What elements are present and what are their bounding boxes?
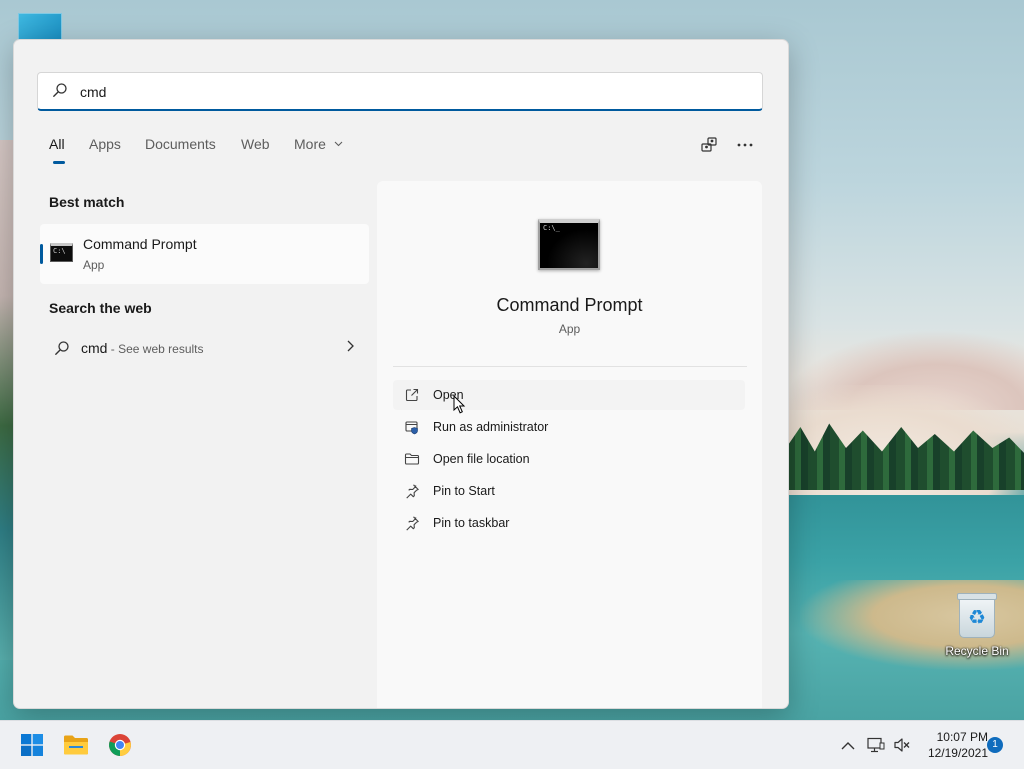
chrome-button[interactable] <box>100 729 140 761</box>
file-explorer-icon <box>64 735 88 755</box>
recycle-bin-icon: ♻ <box>957 593 997 638</box>
start-icon <box>21 734 43 756</box>
run-as-admin-action[interactable]: Run as administrator <box>393 412 745 442</box>
details-type: App <box>558 322 581 336</box>
switch-account-button[interactable] <box>694 131 724 159</box>
divider <box>393 366 747 367</box>
tab-all-label: All <box>49 136 65 152</box>
recycle-bin-label: Recycle Bin <box>945 644 1009 658</box>
open-action-label: Open <box>433 388 464 402</box>
open-file-location-label: Open file location <box>433 452 530 466</box>
active-tab-indicator <box>53 161 65 164</box>
search-flyout: All Apps Documents Web More <box>13 39 789 709</box>
show-hidden-icons-button[interactable] <box>838 735 858 755</box>
clock-date: 12/19/2021 <box>927 746 988 760</box>
network-button[interactable] <box>866 735 886 755</box>
search-icon <box>55 341 69 355</box>
selection-indicator <box>40 244 43 264</box>
details-title: Command Prompt <box>496 295 643 315</box>
web-query: cmd <box>81 340 108 356</box>
tab-documents-label: Documents <box>145 136 216 152</box>
chevron-down-icon <box>334 141 343 147</box>
tab-all[interactable]: All <box>49 136 65 164</box>
pin-to-taskbar-label: Pin to taskbar <box>433 516 510 530</box>
search-web-heading: Search the web <box>49 300 152 316</box>
details-pane: C:\_ Command Prompt App Open Run as admi… <box>377 181 762 708</box>
search-input[interactable] <box>78 79 742 105</box>
recycle-bin-shortcut[interactable]: ♻ Recycle Bin <box>940 593 1014 658</box>
chevron-right-icon <box>347 340 354 352</box>
volume-button[interactable] <box>892 735 912 755</box>
shield-icon <box>405 421 418 435</box>
result-name: Command Prompt <box>83 236 197 252</box>
tab-more[interactable]: More <box>294 136 343 152</box>
result-type: App <box>83 258 105 272</box>
terminal-icon: C:\ <box>50 243 73 262</box>
start-button[interactable] <box>12 729 52 761</box>
tab-web-label: Web <box>241 136 270 152</box>
account-switch-icon <box>701 137 717 152</box>
tab-apps-label: Apps <box>89 136 121 152</box>
open-external-icon <box>405 388 419 402</box>
ellipsis-icon <box>737 143 753 147</box>
pin-to-taskbar-action[interactable]: Pin to taskbar <box>393 508 745 538</box>
more-options-button[interactable] <box>730 131 760 159</box>
chevron-up-icon <box>841 741 855 749</box>
tab-apps[interactable]: Apps <box>89 136 121 152</box>
pin-icon <box>406 516 419 531</box>
open-action[interactable]: Open <box>393 380 745 410</box>
tab-documents[interactable]: Documents <box>145 136 216 152</box>
pin-icon <box>406 484 419 499</box>
chrome-icon <box>109 734 131 756</box>
notification-badge[interactable]: 1 <box>987 737 1003 753</box>
volume-muted-icon <box>894 738 910 752</box>
best-match-heading: Best match <box>49 194 125 210</box>
tab-web[interactable]: Web <box>241 136 270 152</box>
web-search-result[interactable]: cmd - See web results <box>40 330 369 366</box>
best-match-result[interactable]: C:\ Command Prompt App <box>40 224 369 284</box>
search-icon <box>53 83 67 97</box>
taskbar: 10:07 PM 12/19/2021 1 <box>0 720 1024 769</box>
run-as-admin-label: Run as administrator <box>433 420 549 434</box>
tab-more-label: More <box>294 136 326 152</box>
folder-icon <box>404 453 420 465</box>
open-file-location-action[interactable]: Open file location <box>393 444 745 474</box>
search-box[interactable] <box>37 72 763 111</box>
pin-to-start-action[interactable]: Pin to Start <box>393 476 745 506</box>
clock[interactable]: 10:07 PM 12/19/2021 <box>918 729 988 761</box>
web-suffix: - See web results <box>107 342 204 356</box>
pin-to-start-label: Pin to Start <box>433 484 495 498</box>
clock-time: 10:07 PM <box>936 730 988 744</box>
network-icon <box>867 737 885 753</box>
desktop-icon[interactable] <box>18 13 62 41</box>
file-explorer-button[interactable] <box>56 729 96 761</box>
terminal-icon: C:\_ <box>538 219 600 270</box>
